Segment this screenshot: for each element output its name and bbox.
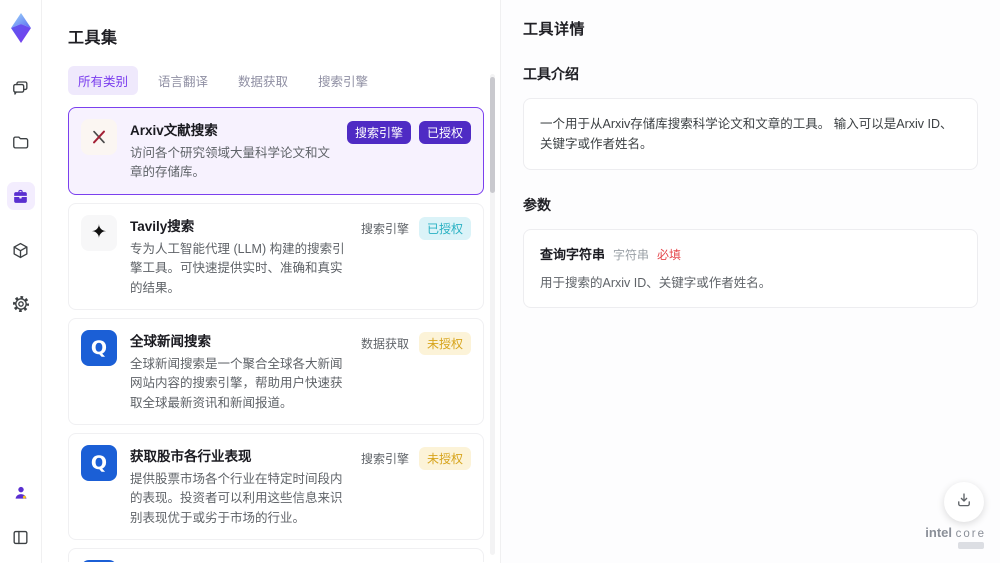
arxiv-icon xyxy=(81,119,117,155)
tool-card-badges: 搜索引擎 已授权 xyxy=(359,215,471,298)
left-rail xyxy=(0,0,42,563)
page-title: 工具集 xyxy=(68,30,118,47)
auth-status-badge: 已授权 xyxy=(418,216,471,240)
qblue-icon: Q xyxy=(81,329,117,366)
param-box: 查询字符串 字符串 必填 用于搜索的Arxiv ID、关键字或作者姓名。 xyxy=(523,229,978,308)
tool-card-title: 获取市场最活跃股票信息 xyxy=(130,560,346,562)
rail-bottom xyxy=(7,479,35,551)
tool-card-description: 提供股票市场各个行业在特定时间段内的表现。投资者可以利用这些信息来识别表现优于或… xyxy=(130,472,343,525)
tool-intro-box: 一个用于从Arxiv存储库搜索科学论文和文章的工具。 输入可以是Arxiv ID… xyxy=(523,98,978,170)
briefcase-icon xyxy=(11,187,30,206)
download-button[interactable] xyxy=(944,482,984,522)
qblue-icon: Q xyxy=(81,445,117,481)
tool-card[interactable]: Q 获取股市各行业表现 提供股票市场各个行业在特定时间段内的表现。投资者可以利用… xyxy=(68,433,484,541)
category-badge: 搜索引擎 xyxy=(346,121,411,144)
tool-card-title: 获取股市各行业表现 xyxy=(130,449,252,464)
tool-card-badges: 搜索引擎 未授权 xyxy=(359,445,471,528)
param-head: 查询字符串 字符串 必填 xyxy=(540,244,961,263)
tool-card-description: 专为人工智能代理 (LLM) 构建的搜索引擎工具。可快速提供实时、准确和真实的结… xyxy=(130,241,345,295)
qblue-icon: Q xyxy=(81,560,117,562)
tool-card-text: Tavily搜索 专为人工智能代理 (LLM) 构建的搜索引擎工具。可快速提供实… xyxy=(130,215,346,298)
core-wordmark: core xyxy=(955,528,986,540)
tab-category-3[interactable]: 搜索引擎 xyxy=(308,66,378,95)
intro-section-label: 工具介绍 xyxy=(523,66,579,82)
tool-card[interactable]: Q 全球新闻搜索 全球新闻搜索是一个聚合全球各大新闻网站内容的搜索引擎，帮助用户… xyxy=(68,317,484,425)
chat-icon xyxy=(11,79,30,98)
app: 工具集 所有类别 语言翻译 数据获取 搜索引擎 Arxiv文献搜索 访问各个研究领域大… xyxy=(0,0,1000,563)
sidebar-item-settings[interactable] xyxy=(7,290,35,318)
tool-card-text: 获取股市各行业表现 提供股票市场各个行业在特定时间段内的表现。投资者可以利用这些… xyxy=(130,445,346,528)
tool-card[interactable]: Q 获取市场最活跃股票信息 提供当天交易量最高的股票列表，投资者可以利用这些信息… xyxy=(68,548,484,562)
rail-nav xyxy=(6,74,35,318)
sidebar-item-toolbox[interactable] xyxy=(6,182,35,210)
detail-title: 工具详情 xyxy=(523,21,586,38)
tool-card-badges: 搜索引擎 未授权 xyxy=(359,560,471,562)
sidebar-item-panel-toggle[interactable] xyxy=(7,523,35,551)
sidebar-item-folder[interactable] xyxy=(7,128,35,156)
tool-card-title: Tavily搜索 xyxy=(130,218,195,234)
tool-card-badges: 数据获取 未授权 xyxy=(359,330,471,413)
auth-status-badge: 已授权 xyxy=(418,121,471,144)
auth-status-badge: 未授权 xyxy=(418,447,471,470)
folder-icon xyxy=(11,133,30,152)
param-type: 字符串 xyxy=(613,248,650,262)
download-icon xyxy=(955,491,973,514)
tab-category-0[interactable]: 所有类别 xyxy=(68,66,139,95)
tool-card-text: 获取市场最活跃股票信息 提供当天交易量最高的股票列表，投资者可以利用这些信息来识… xyxy=(130,560,346,562)
tool-card-description: 访问各个研究领域大量科学论文和文章的存储库。 xyxy=(130,146,331,180)
tool-card-description: 全球新闻搜索是一个聚合全球各大新闻网站内容的搜索引擎，帮助用户快速获取全球最新资… xyxy=(130,356,343,410)
category-badge: 搜索引擎 xyxy=(360,452,409,466)
category-tabs: 所有类别 语言翻译 数据获取 搜索引擎 xyxy=(68,66,484,95)
gear-icon xyxy=(11,294,31,314)
intel-core-logo: intel core xyxy=(925,525,986,549)
param-required-badge: 必填 xyxy=(657,248,682,262)
sidebar-item-package[interactable] xyxy=(7,236,35,264)
category-badge: 搜索引擎 xyxy=(360,221,409,236)
tool-card-badges: 搜索引擎 已授权 xyxy=(346,119,471,183)
panel-icon xyxy=(11,528,30,547)
param-name: 查询字符串 xyxy=(540,247,606,262)
tool-list-panel: 工具集 所有类别 语言翻译 数据获取 搜索引擎 Arxiv文献搜索 访问各个研究领域大… xyxy=(42,0,500,563)
list-scrollbar[interactable] xyxy=(490,74,495,555)
sparkle-icon: ✦ xyxy=(81,214,117,251)
intel-badge xyxy=(958,542,984,549)
app-logo-icon xyxy=(7,12,35,44)
tool-card[interactable]: ✦ Tavily搜索 专为人工智能代理 (LLM) 构建的搜索引擎工具。可快速提… xyxy=(68,202,484,310)
sidebar-item-user[interactable] xyxy=(7,479,35,507)
tab-category-1[interactable]: 语言翻译 xyxy=(148,66,218,95)
tool-card-title: 全球新闻搜索 xyxy=(130,333,211,349)
auth-status-badge: 未授权 xyxy=(418,331,471,355)
sidebar-item-chat[interactable] xyxy=(7,74,35,102)
intel-wordmark: intel xyxy=(925,525,952,540)
tool-card[interactable]: Arxiv文献搜索 访问各个研究领域大量科学论文和文章的存储库。 搜索引擎 已授… xyxy=(68,107,484,195)
tab-category-2[interactable]: 数据获取 xyxy=(228,66,298,95)
scrollbar-thumb[interactable] xyxy=(490,77,495,193)
tool-detail-panel: 工具详情 工具介绍 一个用于从Arxiv存储库搜索科学论文和文章的工具。 输入可… xyxy=(500,0,1000,563)
tool-card-list: Arxiv文献搜索 访问各个研究领域大量科学论文和文章的存储库。 搜索引擎 已授… xyxy=(68,107,484,562)
tool-card-title: Arxiv文献搜索 xyxy=(130,123,218,138)
cube-icon xyxy=(11,241,30,260)
params-section-label: 参数 xyxy=(523,197,551,213)
user-icon xyxy=(12,484,30,502)
category-badge: 数据获取 xyxy=(360,336,409,351)
param-description: 用于搜索的Arxiv ID、关键字或作者姓名。 xyxy=(540,276,772,290)
tool-card-text: Arxiv文献搜索 访问各个研究领域大量科学论文和文章的存储库。 xyxy=(130,119,334,183)
tool-card-text: 全球新闻搜索 全球新闻搜索是一个聚合全球各大新闻网站内容的搜索引擎，帮助用户快速… xyxy=(130,330,346,413)
